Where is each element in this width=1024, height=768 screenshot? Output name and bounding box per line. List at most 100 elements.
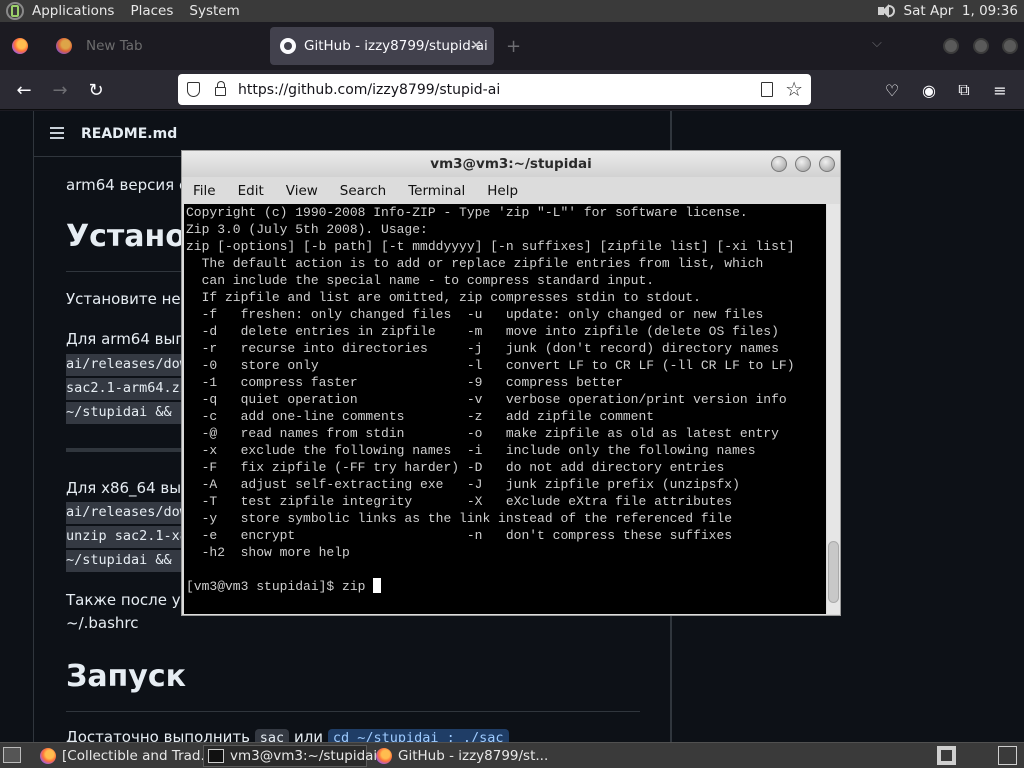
terminal-line: -e encrypt -n don't compress these suffi… <box>186 528 733 543</box>
terminal-line: -A adjust self-extracting exe -J junk zi… <box>186 477 740 492</box>
clock[interactable]: Sat Apr 1, 09:36 <box>904 3 1020 19</box>
bottom-taskbar: [Collectible and Trad... vm3@vm3:~/stupi… <box>0 742 1024 768</box>
outline-list-icon[interactable] <box>50 127 64 139</box>
github-icon <box>280 38 296 54</box>
terminal-line: -d delete entries in zipfile -m move int… <box>186 324 779 339</box>
terminal-line: -@ read names from stdin -o make zipfile… <box>186 426 779 441</box>
tab-label: New Tab <box>86 38 143 54</box>
taskbar-item-label: GitHub - izzy8799/st... <box>398 748 549 764</box>
taskbar-item-label: vm3@vm3:~/stupidai <box>230 748 378 764</box>
menu-icon[interactable]: ≡ <box>988 78 1012 102</box>
terminal-line: -0 store only -l convert LF to CR LF (-l… <box>186 358 795 373</box>
terminal-menu-bar: File Edit View Search Terminal Help <box>182 177 840 204</box>
terminal-lines: Copyright (c) 1990-2008 Info-ZIP - Type … <box>186 204 826 578</box>
minimize-icon[interactable] <box>771 156 787 172</box>
tab-github[interactable]: GitHub - izzy8799/stupid-ai ✕ <box>270 27 494 65</box>
reload-icon[interactable]: ↻ <box>82 76 110 104</box>
menu-terminal[interactable]: Terminal <box>397 183 476 199</box>
distro-logo-icon[interactable] <box>6 2 24 20</box>
firefox-view-icon[interactable] <box>12 38 28 54</box>
inline-code-cd: cd ~/stupidai ; ./sac <box>327 729 509 742</box>
list-all-tabs-icon[interactable]: ⌵ <box>872 36 882 51</box>
terminal-line: -h2 show more help <box>186 545 350 560</box>
workspace-2[interactable] <box>998 746 1017 765</box>
terminal-line: -c add one-line comments -z add zipfile … <box>186 409 655 424</box>
close-icon[interactable] <box>819 156 835 172</box>
minimize-window-icon[interactable] <box>943 38 959 54</box>
terminal-line: can include the special name - to compre… <box>186 273 655 288</box>
browser-tab-bar: New Tab GitHub - izzy8799/stupid-ai ✕ + … <box>0 22 1024 70</box>
terminal-line: The default action is to add or replace … <box>186 256 764 271</box>
terminal-line: Copyright (c) 1990-2008 Info-ZIP - Type … <box>186 205 748 220</box>
readme-file-name[interactable]: README.md <box>81 126 177 142</box>
places-menu[interactable]: Places <box>122 3 181 19</box>
terminal-line: -x exclude the following names -i includ… <box>186 443 756 458</box>
system-menu[interactable]: System <box>181 3 247 19</box>
terminal-line: -y store symbolic links as the link inst… <box>186 511 733 526</box>
account-icon[interactable]: ◉ <box>917 78 941 102</box>
readme-text: Установите необ <box>66 290 200 308</box>
terminal-scrollbar[interactable] <box>827 204 840 614</box>
url-bar[interactable]: https://github.com/izzy8799/stupid-ai ☆ <box>178 74 811 105</box>
readme-text: Для x86_64 вып <box>66 479 191 497</box>
reader-view-icon[interactable] <box>761 82 773 97</box>
readme-text: ~/.bashrc <box>66 614 139 632</box>
menu-search[interactable]: Search <box>329 183 397 199</box>
forward-icon[interactable]: → <box>46 76 74 104</box>
terminal-output[interactable]: Copyright (c) 1990-2008 Info-ZIP - Type … <box>184 204 826 614</box>
close-tab-icon[interactable]: ✕ <box>470 38 482 54</box>
taskbar-item-label: [Collectible and Trad... <box>62 748 214 764</box>
volume-icon[interactable] <box>876 3 896 19</box>
pocket-icon[interactable]: ♡ <box>880 78 904 102</box>
lock-icon[interactable] <box>215 81 226 96</box>
menu-view[interactable]: View <box>275 183 329 199</box>
terminal-title[interactable]: vm3@vm3:~/stupidai <box>182 151 840 177</box>
firefox-icon <box>40 748 56 764</box>
terminal-prompt-line[interactable]: [vm3@vm3 stupidai]$ zip <box>186 578 826 595</box>
readme-text: Также после уст <box>66 591 198 609</box>
menu-edit[interactable]: Edit <box>227 183 275 199</box>
terminal-line: -F fix zipfile (-FF try harder) -D do no… <box>186 460 725 475</box>
inline-code-sac: sac <box>254 729 290 742</box>
readme-text: Достаточно выполнить <box>66 728 250 742</box>
terminal-line: -r recurse into directories -j junk (don… <box>186 341 779 356</box>
maximize-window-icon[interactable] <box>973 38 989 54</box>
terminal-line: If zipfile and list are omitted, zip com… <box>186 290 701 305</box>
text-cursor <box>373 578 382 593</box>
terminal-prompt: [vm3@vm3 stupidai]$ zip <box>186 579 374 594</box>
terminal-window[interactable]: vm3@vm3:~/stupidai File Edit View Search… <box>181 150 841 616</box>
top-panel: Applications Places System Sat Apr 1, 09… <box>0 0 1024 22</box>
close-window-icon[interactable] <box>1002 38 1018 54</box>
show-desktop-icon[interactable] <box>3 747 21 763</box>
firefox-icon <box>56 38 72 54</box>
taskbar-item-collectible[interactable]: [Collectible and Trad... <box>36 745 213 767</box>
terminal-line: -q quiet operation -v verbose operation/… <box>186 392 787 407</box>
readme-text: arm64 версия со <box>66 176 197 194</box>
shield-icon[interactable] <box>187 82 200 97</box>
scrollbar-thumb[interactable] <box>828 541 839 603</box>
menu-file[interactable]: File <box>182 183 227 199</box>
taskbar-item-github[interactable]: GitHub - izzy8799/st... <box>372 745 548 767</box>
bookmark-star-icon[interactable]: ☆ <box>785 77 803 101</box>
url-text[interactable]: https://github.com/izzy8799/stupid-ai <box>238 82 500 98</box>
extensions-icon[interactable]: ⧉ <box>952 78 976 102</box>
heading-divider <box>66 711 640 712</box>
readme-text: Для arm64 выпо <box>66 330 195 348</box>
terminal-line: -f freshen: only changed files -u update… <box>186 307 764 322</box>
terminal-line: -T test zipfile integrity -X eXclude eXt… <box>186 494 733 509</box>
back-icon[interactable]: ← <box>10 76 38 104</box>
new-tab-icon[interactable]: + <box>506 36 521 57</box>
readme-text: или <box>293 728 324 742</box>
menu-help[interactable]: Help <box>476 183 529 199</box>
tab-new-tab[interactable]: New Tab <box>46 27 266 65</box>
heading-run: Запуск <box>66 659 186 694</box>
applications-menu[interactable]: Applications <box>24 3 122 19</box>
terminal-line: Zip 3.0 (July 5th 2008). Usage: <box>186 222 428 237</box>
readme-run-line: Достаточно выполнить sac или cd ~/stupid… <box>66 728 509 742</box>
terminal-line: -1 compress faster -9 compress better <box>186 375 623 390</box>
maximize-icon[interactable] <box>795 156 811 172</box>
terminal-line: zip [-options] [-b path] [-t mmddyyyy] [… <box>186 239 795 254</box>
taskbar-item-terminal[interactable]: vm3@vm3:~/stupidai <box>203 745 377 767</box>
terminal-icon <box>208 749 224 763</box>
workspace-1[interactable] <box>937 746 956 765</box>
